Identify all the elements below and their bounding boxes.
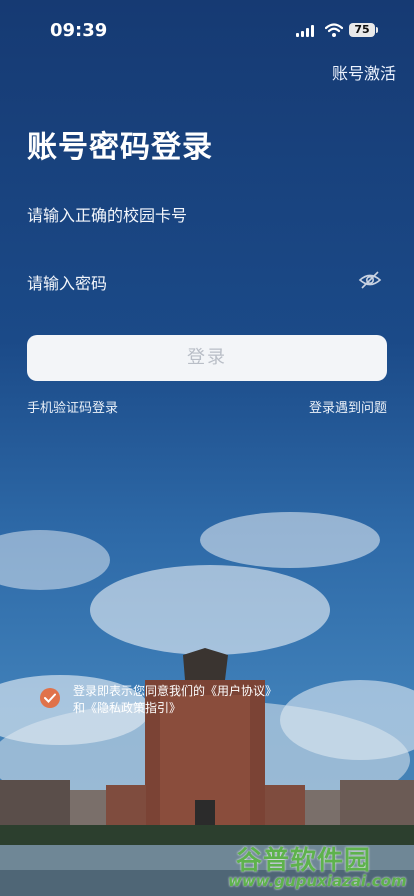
- cellular-signal-icon: [296, 25, 318, 37]
- login-button[interactable]: 登录: [27, 335, 387, 381]
- checkmark-icon: [44, 693, 56, 703]
- agreement-checkbox[interactable]: [40, 688, 60, 708]
- battery-icon: 75: [349, 23, 378, 37]
- account-activate-link[interactable]: 账号激活: [332, 60, 396, 84]
- page-title: 账号密码登录: [27, 130, 213, 165]
- status-bar: 09:39 75: [0, 0, 414, 60]
- password-input[interactable]: 请输入密码: [27, 270, 107, 294]
- site-watermark: 谷普软件园 www.gupuxiazai.com: [228, 840, 414, 896]
- wifi-icon: [325, 23, 343, 37]
- sms-login-link[interactable]: 手机验证码登录: [27, 397, 118, 416]
- hide-password-icon[interactable]: [358, 268, 382, 292]
- battery-level: 75: [354, 23, 370, 36]
- status-time: 09:39: [50, 20, 108, 41]
- watermark-url: www.gupuxiazai.com: [228, 872, 407, 890]
- campus-card-input[interactable]: 请输入正确的校园卡号: [27, 202, 187, 226]
- login-problem-link[interactable]: 登录遇到问题: [309, 397, 387, 416]
- agreement-text[interactable]: 登录即表示您同意我们的《用户协议》和《隐私政策指引》: [73, 683, 273, 717]
